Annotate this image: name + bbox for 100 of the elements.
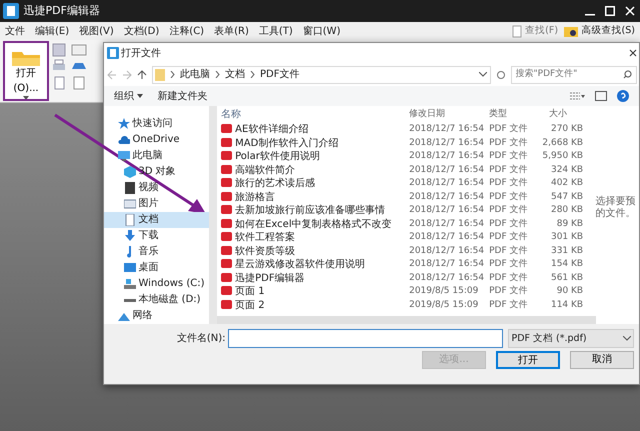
table-cell-text: PDF 文件	[489, 123, 529, 136]
sidebar-item[interactable]: 视频	[104, 180, 210, 196]
find-icon[interactable]	[510, 24, 523, 38]
sidebar-item[interactable]: OneDrive	[104, 132, 210, 148]
menu-item[interactable]: 窗口(W)	[302, 24, 340, 38]
pdf-file-icon	[221, 232, 232, 242]
open-button[interactable]: 打开(O)...	[3, 41, 49, 101]
cube-icon	[124, 166, 136, 178]
envelope-icon[interactable]	[71, 42, 87, 56]
new-page-icon[interactable]	[71, 76, 87, 90]
folder-icon	[155, 68, 165, 81]
maximize-icon[interactable]	[605, 6, 615, 16]
breadcrumb-item[interactable]: PDF文件	[260, 67, 300, 82]
desktop-icon	[124, 262, 136, 274]
printer-icon[interactable]	[52, 59, 66, 73]
sidebar-item[interactable]: 快速访问	[104, 116, 210, 132]
filename-field[interactable]	[228, 329, 503, 348]
menu-item[interactable]: 视图(V)	[79, 24, 114, 38]
menu-item[interactable]: 编辑(E)	[35, 24, 70, 38]
up-arrow-icon[interactable]	[136, 70, 146, 80]
command-button[interactable]: 组织	[114, 88, 142, 104]
table-cell-text: 2018/12/7 16:54	[409, 190, 486, 204]
table-cell-text: 5,950 KB	[541, 150, 584, 164]
sidebar-item[interactable]: 桌面	[104, 260, 210, 276]
file-name[interactable]: AE软件详细介绍	[217, 123, 410, 137]
folder-icon	[11, 49, 41, 66]
window-title: 迅捷PDF编辑器	[24, 2, 100, 19]
sidebar-item[interactable]: 文档	[104, 212, 210, 228]
dialog-button[interactable]: 打开	[496, 350, 560, 369]
sidebar-item[interactable]: 此电脑	[104, 148, 210, 164]
chevron-icon	[170, 71, 175, 78]
table-cell-text: 2018/12/7 16:54	[409, 204, 486, 218]
breadcrumb-item[interactable]: 文档	[225, 67, 245, 82]
file-name[interactable]: 页面 2	[217, 298, 410, 312]
save-icon[interactable]	[52, 42, 66, 56]
address-bar[interactable]: 此电脑 文档 PDF文件	[152, 66, 490, 84]
dropdown-caret-icon[interactable]	[479, 72, 487, 78]
pdf-file-icon	[221, 178, 232, 188]
document-icon[interactable]	[52, 76, 66, 90]
menu-item[interactable]: 文件	[5, 24, 25, 38]
file-name[interactable]: 页面 1	[217, 285, 410, 299]
column-header[interactable]: 大小	[535, 108, 584, 122]
chevron-icon	[250, 71, 255, 78]
caret-icon	[136, 94, 142, 98]
column-header[interactable]: 修改日期	[409, 108, 490, 122]
advanced-find-label[interactable]: 高级查找(S)	[582, 24, 635, 38]
menu-item[interactable]: 注释(C)	[169, 24, 204, 38]
table-cell-text: 270 KB	[550, 123, 584, 136]
breadcrumb-item[interactable]: 此电脑	[180, 67, 210, 82]
caret-icon	[23, 96, 29, 99]
file-name[interactable]: 软件工程答案	[217, 231, 410, 245]
table-cell-text: 324 KB	[550, 164, 584, 177]
pdf-file-icon	[221, 192, 232, 201]
file-name[interactable]: 旅游格言	[217, 190, 410, 204]
table-cell-text: 2019/8/5 15:09	[409, 298, 480, 312]
menu-item[interactable]: 工具(T)	[258, 24, 293, 38]
table-cell-text: PDF 文件	[489, 150, 529, 164]
help-icon[interactable]	[617, 90, 629, 102]
preview-message: 的文件。	[596, 208, 637, 220]
file-name[interactable]: Polar软件使用说明	[217, 150, 410, 164]
sidebar-item[interactable]: Windows (C:)	[104, 276, 210, 292]
file-type-dropdown[interactable]: PDF 文档 (*.pdf)	[508, 329, 634, 348]
column-header[interactable]: 类型	[489, 108, 536, 122]
file-name[interactable]: 迅捷PDF编辑器	[217, 272, 410, 286]
app-logo-icon	[2, 3, 18, 19]
sidebar-item[interactable]: 音乐	[104, 244, 210, 260]
file-name[interactable]: MAD制作软件入门介绍	[217, 136, 410, 150]
scrollbar[interactable]	[209, 106, 218, 324]
find-label[interactable]: 查找(F)	[525, 24, 558, 38]
file-name[interactable]: 如何在Excel中复制表格格式不改变	[217, 218, 410, 232]
search-box[interactable]: 搜索"PDF文件"	[510, 66, 636, 84]
table-cell-text: PDF 文件	[489, 244, 529, 258]
file-name[interactable]: 星云游戏修改器软件使用说明	[217, 258, 410, 272]
sidebar-item[interactable]: 下载	[104, 228, 210, 244]
table-cell-text: 561 KB	[550, 272, 584, 285]
table-cell-text: 2018/12/7 16:54	[409, 272, 486, 285]
sidebar-item[interactable]: 本地磁盘 (D:)	[104, 292, 210, 308]
file-name[interactable]: 去新加坡旅行前应该准备哪些事情	[217, 204, 410, 218]
sidebar-item[interactable]: 图片	[104, 196, 210, 212]
menu-item[interactable]: 文档(D)	[124, 24, 160, 38]
folder-search-icon[interactable]	[563, 24, 580, 38]
refresh-icon[interactable]	[496, 70, 506, 80]
pdf-file-icon	[221, 151, 232, 160]
table-cell-text: PDF 文件	[489, 136, 529, 150]
file-name[interactable]: 旅行的艺术读后感	[217, 177, 410, 191]
filename-label: 文件名(N):	[176, 332, 226, 346]
table-cell-text: 2019/8/5 15:09	[409, 285, 480, 298]
horizontal-scrollbar[interactable]	[217, 316, 596, 324]
view-options-icon[interactable]	[569, 91, 585, 102]
file-name[interactable]: 软件资质等级	[217, 244, 410, 258]
preview-pane-icon[interactable]	[595, 91, 607, 102]
command-button[interactable]: 新建文件夹	[158, 88, 208, 104]
sidebar-item[interactable]: 网络	[104, 308, 210, 324]
file-name[interactable]: 高端软件简介	[217, 164, 410, 178]
menu-item[interactable]: 表单(R)	[214, 24, 249, 38]
table-cell-text: 402 KB	[550, 177, 584, 190]
column-header[interactable]: 名称	[217, 107, 410, 122]
dialog-button[interactable]: 取消	[570, 350, 634, 369]
table-cell-text: 2018/12/7 16:54	[409, 244, 486, 258]
close-icon[interactable]	[628, 49, 636, 58]
